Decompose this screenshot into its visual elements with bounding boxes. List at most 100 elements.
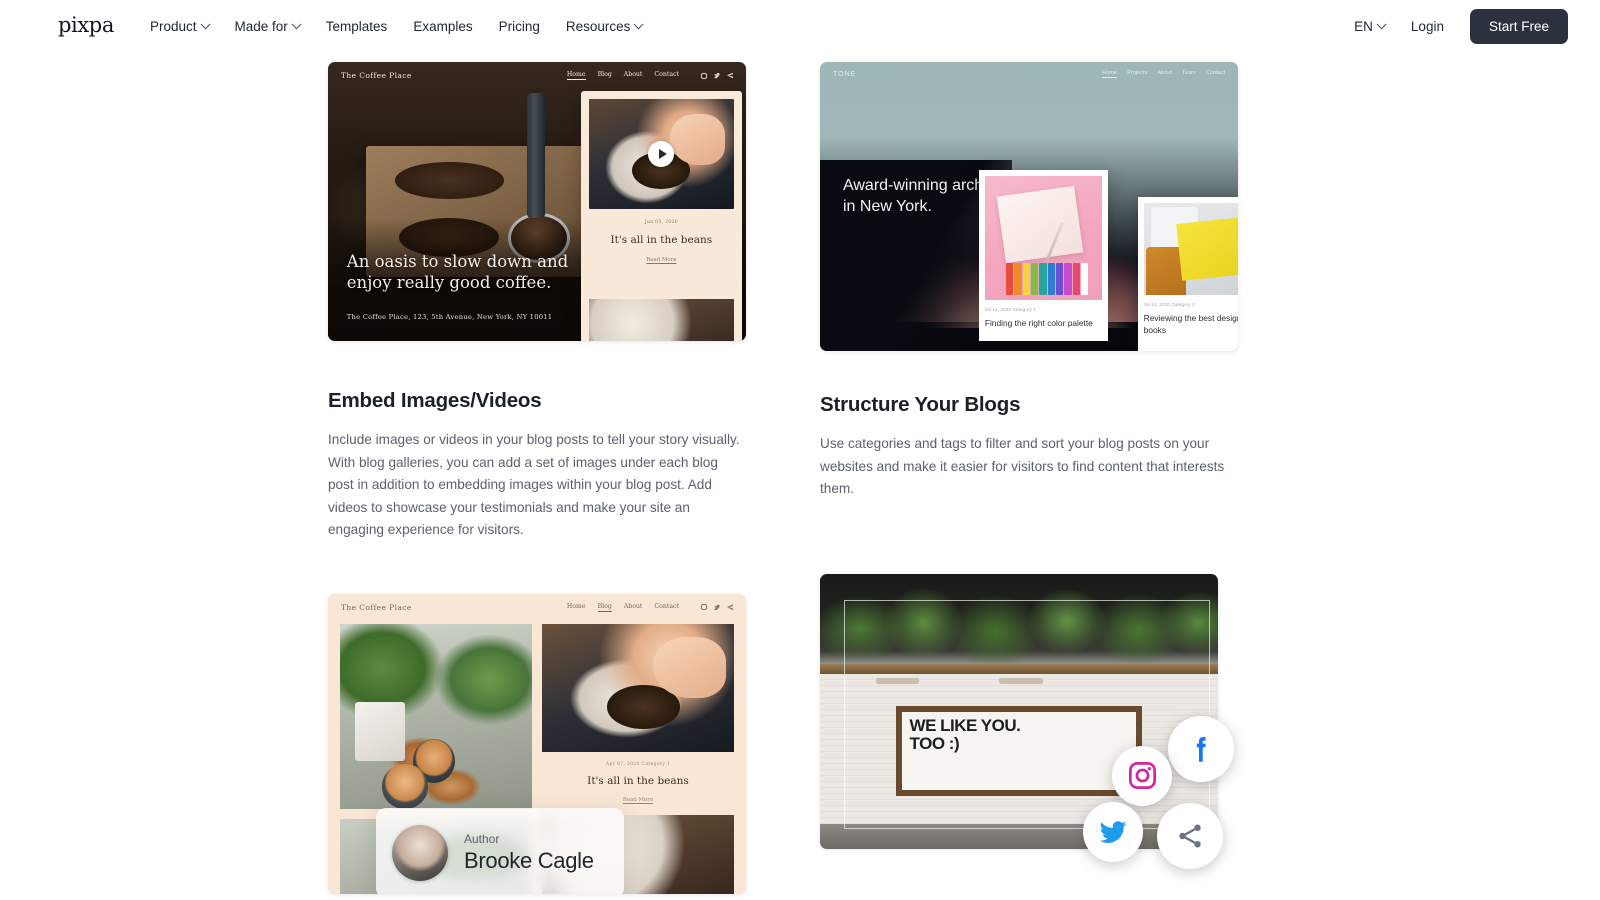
share-icon[interactable] [727,72,733,79]
pixpa-logo[interactable]: pixpa [58,15,114,38]
mock-nav-team[interactable]: Team [1182,70,1196,79]
decor-notebook [996,185,1084,263]
mock-blog-meta: Jul 14, 2020 Category 2 [1143,302,1195,307]
instagram-icon[interactable] [1112,745,1172,806]
mock-post-title[interactable]: It's all in the beans [589,234,734,246]
decor-handle [526,92,546,219]
chevron-down-icon [291,19,302,30]
mock-nav-links: Home Blog About Contact [567,603,679,613]
decor-yellow-book [1176,215,1238,281]
column-left: The Coffee Place Home Blog About Contact… [328,62,746,894]
mock-blog-title[interactable]: Reviewing the best design books [1144,313,1238,337]
mock-post-read-more[interactable]: Read More [542,797,734,803]
mock-nav-blog[interactable]: Blog [598,71,612,81]
mock-nav-blog[interactable]: Blog [597,603,612,613]
mock-nav-coffee-dark: The Coffee Place Home Blog About Contact [328,62,746,89]
mock-blog-card-1[interactable]: Jul 14, 2020 Category 1 Finding the righ… [978,170,1109,341]
mock-nav-coffee-light: The Coffee Place Home Blog About Contact [328,594,746,621]
mock-nav-about[interactable]: About [624,71,643,81]
mock-brand[interactable]: TONE [833,71,856,78]
chevron-down-icon [200,19,210,30]
instagram-icon[interactable] [701,72,707,79]
twitter-icon[interactable] [714,604,720,611]
decor-pot [355,701,406,761]
section-structure-your-blogs: Structure Your Blogs Use categories and … [820,393,1238,501]
site-header: pixpa Product Made for Templates Example… [0,0,1600,53]
mock-post-meta: Jun 05, 2020 [644,220,678,225]
share-icon[interactable] [1157,802,1223,869]
nav-label: Resources [565,19,631,34]
social-wall-image: WE LIKE YOU. TOO :) [820,573,1218,849]
section-title: Structure Your Blogs [820,393,1021,416]
mockup-coffee-dark[interactable]: The Coffee Place Home Blog About Contact… [328,62,746,341]
section-embed-images-videos: Embed Images/Videos Include images or vi… [328,389,746,542]
play-icon[interactable] [648,141,675,167]
nav-item-made-for[interactable]: Made for [235,19,302,34]
mock-nav-links: Home Blog About Contact [566,71,679,81]
instagram-icon[interactable] [701,604,707,611]
mockup-architecture[interactable]: TONE Home Projects About Team Contact Aw… [820,62,1238,351]
mockup-social-wall[interactable]: WE LIKE YOU. TOO :) [820,573,1234,869]
mock-post-title[interactable]: It's all in the beans [542,775,734,787]
mock-social-links [701,72,733,79]
mock-nav-home[interactable]: Home [1102,70,1118,79]
mock-brand[interactable]: The Coffee Place [341,71,412,80]
section-title: Embed Images/Videos [328,389,542,412]
mock-nav-home[interactable]: Home [566,71,586,81]
section-body: Include images or videos in your blog po… [328,432,740,538]
decor-color-fan [1005,262,1089,296]
mock-hero-headline: An oasis to slow down and enjoy really g… [346,252,569,293]
mock-image-beans [542,623,734,752]
section-body: Use categories and tags to filter and so… [820,436,1225,497]
nav-item-pricing[interactable]: Pricing [499,19,540,34]
avatar [392,824,448,881]
nav-item-templates[interactable]: Templates [326,19,388,34]
mock-blog-title[interactable]: Finding the right color palette [985,318,1103,330]
author-card: Author Brooke Cagle [376,807,624,894]
mock-post-card[interactable]: Jun 05, 2020 It's all in the beans Read … [580,91,742,341]
mock-blog-image-books [1143,203,1238,295]
decor-hand [670,114,726,165]
mock-post-read-more[interactable]: Read More [589,257,734,263]
mock-brand[interactable]: The Coffee Place [341,603,412,612]
login-link[interactable]: Login [1411,19,1444,34]
nav-item-resources[interactable]: Resources [565,19,644,34]
author-label: Author [464,831,500,846]
decor-latte-2 [382,764,429,809]
page-content: The Coffee Place Home Blog About Contact… [0,53,1600,900]
mock-nav-projects[interactable]: Projects [1127,70,1147,79]
decor-coffee-grounds [394,162,504,199]
mock-blog-meta: Jul 14, 2020 Category 1 [984,307,1037,312]
header-actions: EN Login Start Free [1354,9,1568,44]
share-icon[interactable] [727,604,733,611]
mock-nav-links: Home Projects About Team Contact [1102,70,1225,79]
mock-blog-card-2[interactable]: Jul 14, 2020 Category 2 Reviewing the be… [1137,197,1238,351]
mock-post-meta: Apr 07, 2020 Category 1 [605,761,671,767]
author-name: Brooke Cagle [464,847,594,873]
main-nav: Product Made for Templates Examples Pric… [149,19,644,34]
mock-nav-contact[interactable]: Contact [654,71,679,81]
mock-nav-home[interactable]: Home [567,603,586,613]
language-label: EN [1354,19,1373,34]
chevron-down-icon [633,19,644,30]
mock-nav-contact[interactable]: Contact [1206,70,1225,79]
nav-label: Product [149,19,197,34]
mock-image-plants-latte [340,623,532,809]
mock-nav-about[interactable]: About [624,603,643,613]
start-free-button[interactable]: Start Free [1469,9,1568,44]
mockup-coffee-light[interactable]: The Coffee Place Home Blog About Contact [328,593,746,894]
decor-hand [653,636,727,699]
mock-blog-image-palette [984,176,1103,300]
mock-nav-contact[interactable]: Contact [654,603,679,613]
mock-nav-about[interactable]: About [1157,70,1172,79]
mock-post-image [588,99,734,209]
nav-item-product[interactable]: Product [149,19,210,34]
language-selector[interactable]: EN [1354,19,1387,34]
facebook-icon[interactable] [1168,715,1234,782]
nav-item-examples[interactable]: Examples [413,19,472,34]
mock-social-links [701,604,733,611]
twitter-icon[interactable] [1083,801,1143,862]
twitter-icon[interactable] [714,72,720,79]
chevron-down-icon [1376,19,1387,30]
author-text: Author Brooke Cagle [464,832,594,874]
